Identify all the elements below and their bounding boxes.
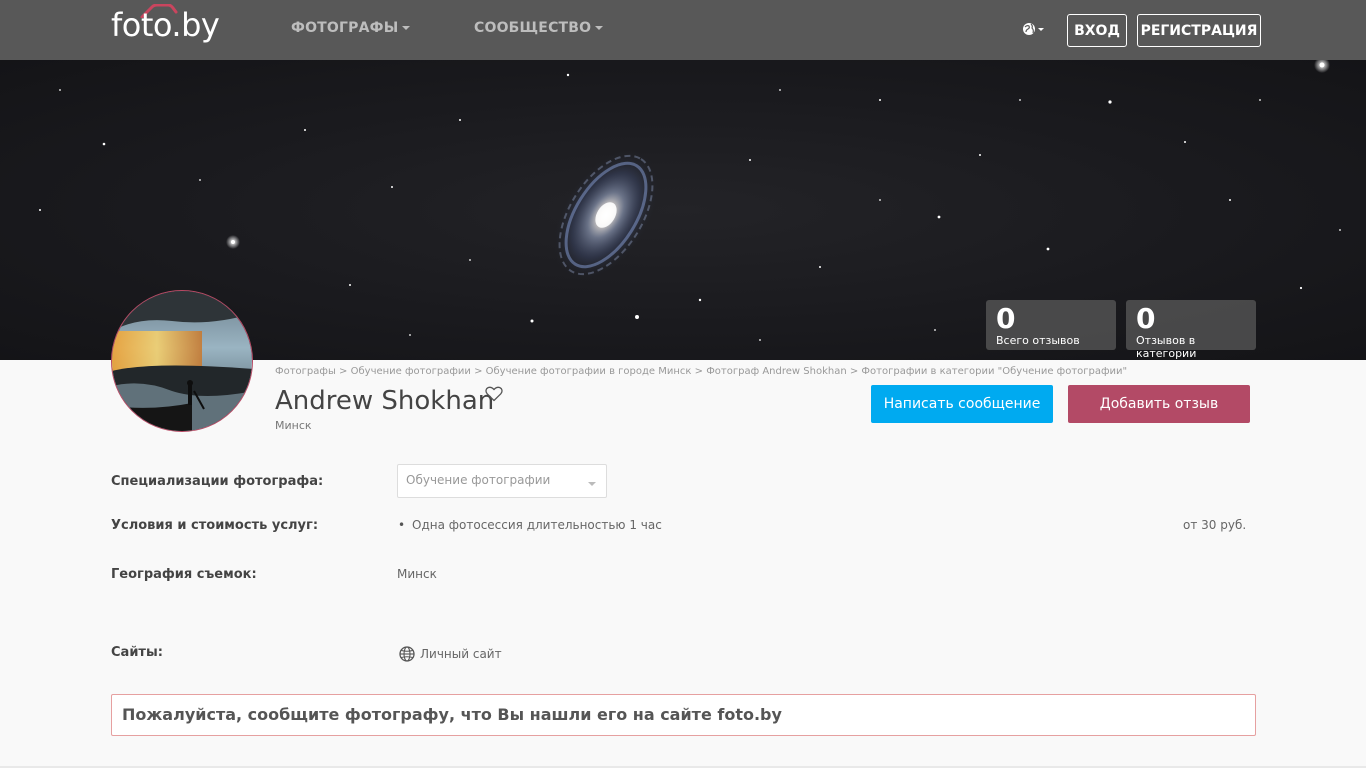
personal-site-link[interactable]: Личный сайт xyxy=(399,646,502,662)
breadcrumb-separator: > xyxy=(335,366,351,377)
add-review-button[interactable]: Добавить отзыв xyxy=(1068,385,1250,423)
chevron-down-icon xyxy=(588,482,596,486)
geography-label: География съемок: xyxy=(111,567,257,582)
chevron-down-icon xyxy=(595,26,604,30)
total-reviews-label: Всего отзывов xyxy=(996,334,1080,347)
write-message-button[interactable]: Написать сообщение xyxy=(871,385,1053,423)
specializations-label: Специализации фотографа: xyxy=(111,474,324,489)
geography-value: Минск xyxy=(397,567,437,581)
service-bullet: • xyxy=(398,518,406,532)
breadcrumb-photo-training[interactable]: Обучение фотографии xyxy=(351,366,471,377)
avatar[interactable] xyxy=(111,290,253,432)
category-reviews-label: Отзывов в категории xyxy=(1136,334,1197,360)
breadcrumb-separator: > xyxy=(846,366,862,377)
photographer-name: Andrew Shokhan xyxy=(275,386,495,416)
globe-icon xyxy=(399,646,415,662)
login-button[interactable]: ВХОД xyxy=(1067,14,1127,47)
nav-photographers[interactable]: ФОТОГРАФЫ xyxy=(291,20,411,36)
register-button[interactable]: РЕГИСТРАЦИЯ xyxy=(1137,14,1261,47)
photographer-city: Минск xyxy=(275,419,312,432)
site-logo[interactable]: foto.by xyxy=(111,6,220,44)
breadcrumb-separator: > xyxy=(691,366,707,377)
top-header: foto.by ФОТОГРАФЫ СООБЩЕСТВО ВХОД РЕГИСТ… xyxy=(0,0,1366,60)
language-selector[interactable] xyxy=(1022,21,1048,39)
service-price: от 30 руб. xyxy=(1183,518,1247,532)
category-reviews-count: 0 xyxy=(1136,302,1156,335)
found-on-site-notice: Пожалуйста, сообщите фотографу, что Вы н… xyxy=(111,694,1256,736)
nav-community-label: СООБЩЕСТВО xyxy=(474,20,592,36)
breadcrumb: Фотографы > Обучение фотографии > Обучен… xyxy=(275,366,1127,377)
personal-site-label: Личный сайт xyxy=(420,647,502,661)
services-label: Условия и стоимость услуг: xyxy=(111,518,319,533)
service-name: Одна фотосессия длительностью 1 час xyxy=(412,518,662,532)
total-reviews-count: 0 xyxy=(996,302,1016,335)
heart-icon xyxy=(485,386,503,402)
breadcrumb-photo-training-minsk[interactable]: Обучение фотографии в городе Минск xyxy=(486,366,692,377)
nav-community[interactable]: СООБЩЕСТВО xyxy=(474,20,604,36)
category-reviews-stat: 0 Отзывов в категории xyxy=(1126,300,1256,360)
nav-photographers-label: ФОТОГРАФЫ xyxy=(291,20,399,36)
total-reviews-stat: 0 Всего отзывов xyxy=(986,300,1116,350)
breadcrumb-category-photos[interactable]: Фотографии в категории "Обучение фотогра… xyxy=(861,366,1127,377)
breadcrumb-photographers[interactable]: Фотографы xyxy=(275,366,336,377)
chevron-down-icon xyxy=(402,26,411,30)
specialization-select[interactable]: Обучение фотографии xyxy=(397,464,607,498)
breadcrumb-photographer[interactable]: Фотограф Andrew Shokhan xyxy=(706,366,846,377)
avatar-photo xyxy=(112,291,252,431)
favorite-button[interactable] xyxy=(485,386,503,402)
specialization-selected-value: Обучение фотографии xyxy=(406,473,551,487)
sites-label: Сайты: xyxy=(111,645,163,660)
breadcrumb-separator: > xyxy=(470,366,486,377)
globe-icon xyxy=(1023,23,1044,35)
